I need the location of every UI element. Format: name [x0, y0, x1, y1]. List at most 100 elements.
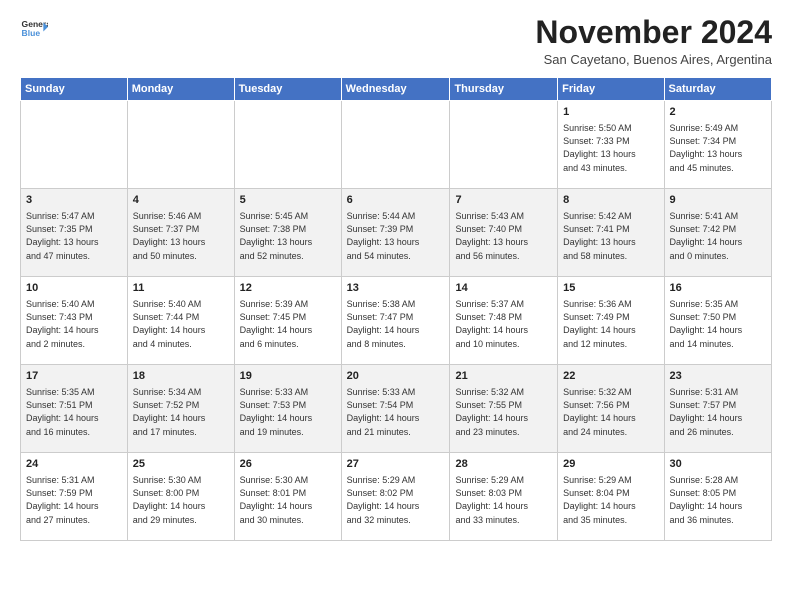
day-info: Sunrise: 5:29 AM Sunset: 8:04 PM Dayligh… — [563, 474, 658, 526]
day-info: Sunrise: 5:34 AM Sunset: 7:52 PM Dayligh… — [133, 386, 229, 438]
day-info: Sunrise: 5:41 AM Sunset: 7:42 PM Dayligh… — [670, 210, 766, 262]
calendar-cell: 22 Sunrise: 5:32 AM Sunset: 7:56 PM Dayli… — [558, 365, 664, 453]
day-number: 14 — [455, 281, 552, 296]
calendar-cell: 17 Sunrise: 5:35 AM Sunset: 7:51 PM Dayli… — [21, 365, 128, 453]
calendar-cell: 5Sunrise: 5:45 AM Sunset: 7:38 PM Daylig… — [234, 189, 341, 277]
day-number: 1 — [563, 105, 658, 120]
day-info: Sunrise: 5:31 AM Sunset: 7:57 PM Dayligh… — [670, 386, 766, 438]
day-info: Sunrise: 5:28 AM Sunset: 8:05 PM Dayligh… — [670, 474, 766, 526]
day-info: Sunrise: 5:30 AM Sunset: 8:00 PM Dayligh… — [133, 474, 229, 526]
calendar-cell — [234, 101, 341, 189]
calendar-cell: 16 Sunrise: 5:35 AM Sunset: 7:50 PM Dayli… — [664, 277, 771, 365]
calendar-week-row: 1 Sunrise: 5:50 AM Sunset: 7:33 PM Daylig… — [21, 101, 772, 189]
calendar-cell: 15Sunrise: 5:36 AM Sunset: 7:49 PM Dayli… — [558, 277, 664, 365]
day-info: Sunrise: 5:38 AM Sunset: 7:47 PM Dayligh… — [347, 298, 445, 350]
location: San Cayetano, Buenos Aires, Argentina — [535, 52, 772, 67]
calendar-cell: 1 Sunrise: 5:50 AM Sunset: 7:33 PM Daylig… — [558, 101, 664, 189]
day-number: 15 — [563, 281, 658, 296]
day-info: Sunrise: 5:50 AM Sunset: 7:33 PM Dayligh… — [563, 122, 658, 174]
calendar-header-row: SundayMondayTuesdayWednesdayThursdayFrid… — [21, 78, 772, 101]
calendar-cell: 21 Sunrise: 5:32 AM Sunset: 7:55 PM Dayli… — [450, 365, 558, 453]
calendar-cell: 12 Sunrise: 5:39 AM Sunset: 7:45 PM Dayli… — [234, 277, 341, 365]
calendar-cell — [21, 101, 128, 189]
calendar-cell: 8Sunrise: 5:42 AM Sunset: 7:41 PM Daylig… — [558, 189, 664, 277]
calendar-cell: 28 Sunrise: 5:29 AM Sunset: 8:03 PM Dayli… — [450, 453, 558, 541]
day-number: 22 — [563, 369, 658, 384]
day-info: Sunrise: 5:43 AM Sunset: 7:40 PM Dayligh… — [455, 210, 552, 262]
day-info: Sunrise: 5:39 AM Sunset: 7:45 PM Dayligh… — [240, 298, 336, 350]
day-info: Sunrise: 5:29 AM Sunset: 8:02 PM Dayligh… — [347, 474, 445, 526]
day-number: 17 — [26, 369, 122, 384]
calendar-week-row: 10 Sunrise: 5:40 AM Sunset: 7:43 PM Dayli… — [21, 277, 772, 365]
calendar-cell — [341, 101, 450, 189]
calendar-cell: 14Sunrise: 5:37 AM Sunset: 7:48 PM Dayli… — [450, 277, 558, 365]
day-info: Sunrise: 5:33 AM Sunset: 7:54 PM Dayligh… — [347, 386, 445, 438]
calendar-cell: 3Sunrise: 5:47 AM Sunset: 7:35 PM Daylig… — [21, 189, 128, 277]
day-number: 4 — [133, 193, 229, 208]
calendar-week-row: 17 Sunrise: 5:35 AM Sunset: 7:51 PM Dayli… — [21, 365, 772, 453]
day-info: Sunrise: 5:44 AM Sunset: 7:39 PM Dayligh… — [347, 210, 445, 262]
day-info: Sunrise: 5:40 AM Sunset: 7:43 PM Dayligh… — [26, 298, 122, 350]
calendar-week-row: 3Sunrise: 5:47 AM Sunset: 7:35 PM Daylig… — [21, 189, 772, 277]
day-info: Sunrise: 5:47 AM Sunset: 7:35 PM Dayligh… — [26, 210, 122, 262]
day-number: 5 — [240, 193, 336, 208]
day-of-week-header: Sunday — [21, 78, 128, 101]
calendar-cell: 20 Sunrise: 5:33 AM Sunset: 7:54 PM Dayli… — [341, 365, 450, 453]
month-title: November 2024 — [535, 16, 772, 48]
day-info: Sunrise: 5:32 AM Sunset: 7:56 PM Dayligh… — [563, 386, 658, 438]
page-header: General Blue November 2024 San Cayetano,… — [20, 16, 772, 67]
calendar-cell: 4 Sunrise: 5:46 AM Sunset: 7:37 PM Daylig… — [127, 189, 234, 277]
day-number: 16 — [670, 281, 766, 296]
calendar-cell — [450, 101, 558, 189]
day-number: 12 — [240, 281, 336, 296]
calendar-cell: 6 Sunrise: 5:44 AM Sunset: 7:39 PM Daylig… — [341, 189, 450, 277]
calendar-cell: 7 Sunrise: 5:43 AM Sunset: 7:40 PM Daylig… — [450, 189, 558, 277]
day-of-week-header: Thursday — [450, 78, 558, 101]
day-info: Sunrise: 5:32 AM Sunset: 7:55 PM Dayligh… — [455, 386, 552, 438]
calendar-cell: 9 Sunrise: 5:41 AM Sunset: 7:42 PM Daylig… — [664, 189, 771, 277]
day-number: 21 — [455, 369, 552, 384]
day-number: 2 — [670, 105, 766, 120]
calendar-cell: 18Sunrise: 5:34 AM Sunset: 7:52 PM Dayli… — [127, 365, 234, 453]
day-number: 27 — [347, 457, 445, 472]
day-number: 19 — [240, 369, 336, 384]
title-block: November 2024 San Cayetano, Buenos Aires… — [535, 16, 772, 67]
calendar-cell: 23 Sunrise: 5:31 AM Sunset: 7:57 PM Dayli… — [664, 365, 771, 453]
day-info: Sunrise: 5:35 AM Sunset: 7:50 PM Dayligh… — [670, 298, 766, 350]
day-number: 25 — [133, 457, 229, 472]
calendar-cell: 26 Sunrise: 5:30 AM Sunset: 8:01 PM Dayli… — [234, 453, 341, 541]
calendar-cell: 11 Sunrise: 5:40 AM Sunset: 7:44 PM Dayli… — [127, 277, 234, 365]
day-number: 10 — [26, 281, 122, 296]
logo-icon: General Blue — [20, 16, 48, 44]
day-info: Sunrise: 5:40 AM Sunset: 7:44 PM Dayligh… — [133, 298, 229, 350]
day-of-week-header: Tuesday — [234, 78, 341, 101]
day-number: 7 — [455, 193, 552, 208]
day-number: 20 — [347, 369, 445, 384]
calendar-cell: 29 Sunrise: 5:29 AM Sunset: 8:04 PM Dayli… — [558, 453, 664, 541]
day-of-week-header: Wednesday — [341, 78, 450, 101]
svg-text:Blue: Blue — [22, 28, 41, 38]
day-info: Sunrise: 5:30 AM Sunset: 8:01 PM Dayligh… — [240, 474, 336, 526]
logo: General Blue — [20, 16, 48, 44]
calendar-cell: 19Sunrise: 5:33 AM Sunset: 7:53 PM Dayli… — [234, 365, 341, 453]
day-of-week-header: Monday — [127, 78, 234, 101]
day-info: Sunrise: 5:35 AM Sunset: 7:51 PM Dayligh… — [26, 386, 122, 438]
day-number: 6 — [347, 193, 445, 208]
calendar-week-row: 24Sunrise: 5:31 AM Sunset: 7:59 PM Dayli… — [21, 453, 772, 541]
calendar-cell: 27 Sunrise: 5:29 AM Sunset: 8:02 PM Dayli… — [341, 453, 450, 541]
day-number: 23 — [670, 369, 766, 384]
day-of-week-header: Saturday — [664, 78, 771, 101]
day-number: 24 — [26, 457, 122, 472]
calendar-table: SundayMondayTuesdayWednesdayThursdayFrid… — [20, 77, 772, 541]
calendar-cell — [127, 101, 234, 189]
day-info: Sunrise: 5:29 AM Sunset: 8:03 PM Dayligh… — [455, 474, 552, 526]
day-number: 28 — [455, 457, 552, 472]
day-number: 11 — [133, 281, 229, 296]
day-of-week-header: Friday — [558, 78, 664, 101]
calendar-cell: 24Sunrise: 5:31 AM Sunset: 7:59 PM Dayli… — [21, 453, 128, 541]
day-info: Sunrise: 5:46 AM Sunset: 7:37 PM Dayligh… — [133, 210, 229, 262]
day-number: 29 — [563, 457, 658, 472]
day-number: 26 — [240, 457, 336, 472]
calendar-cell: 13Sunrise: 5:38 AM Sunset: 7:47 PM Dayli… — [341, 277, 450, 365]
day-number: 9 — [670, 193, 766, 208]
